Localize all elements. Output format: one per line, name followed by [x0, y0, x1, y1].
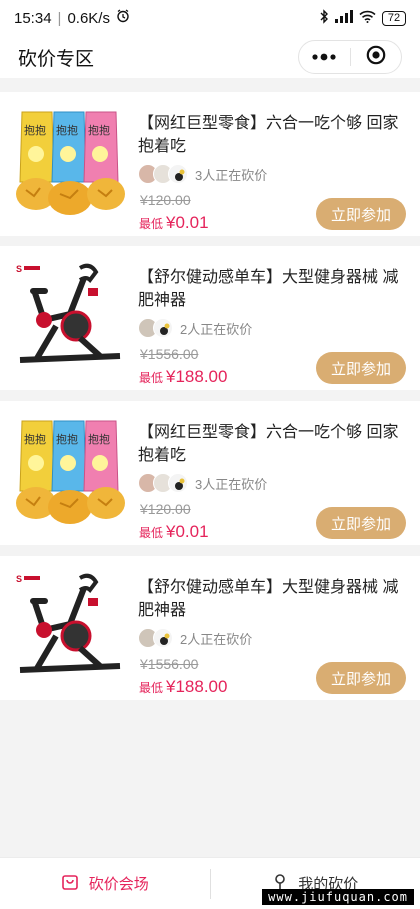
helpers-row: 3人正在砍价 — [138, 164, 267, 184]
watermark: www.jiufuquan.com — [262, 889, 414, 905]
status-time: 15:34 — [14, 9, 52, 27]
svg-text:抱抱: 抱抱 — [88, 123, 110, 137]
lowest-label: 最低 — [139, 217, 164, 231]
battery-indicator: 72 — [382, 10, 406, 26]
tab-label: 砍价会场 — [88, 876, 149, 893]
shopping-bag-icon — [61, 873, 79, 895]
more-dots-icon — [311, 48, 337, 66]
svg-text:抱抱: 抱抱 — [24, 432, 46, 446]
avatar — [153, 628, 173, 648]
lowest-price: 最低 ¥188.00 — [139, 367, 227, 387]
svg-text:S: S — [16, 264, 22, 274]
join-button[interactable]: 立即参加 — [316, 352, 406, 384]
more-button[interactable] — [299, 41, 350, 73]
lowest-label: 最低 — [139, 371, 164, 385]
product-title: 【舒尔健动感单车】大型健身器械 减肥神器 — [138, 579, 399, 619]
lowest-label: 最低 — [139, 526, 164, 540]
product-image-bike: S — [14, 260, 126, 376]
original-price: ¥1556.00 — [140, 656, 199, 672]
helpers-row: 2人正在砍价 — [138, 318, 252, 338]
lowest-price: 最低 ¥0.01 — [139, 522, 209, 542]
product-card[interactable]: S 【舒尔健动感单车】大型健身器械 减肥神器 2人正在砍价 ¥1556.00 最… — [0, 246, 420, 390]
helpers-row: 3人正在砍价 — [138, 473, 267, 493]
helpers-count: 2人正在砍价 — [180, 321, 253, 337]
product-card[interactable]: S 【舒尔健动感单车】大型健身器械 减肥神器 2人正在砍价 ¥1556.00 最… — [0, 556, 420, 700]
lowest-price-value: ¥188.00 — [166, 677, 228, 696]
status-bar: 15:34 | 0.6K/s 72 — [0, 0, 420, 36]
original-price: ¥120.00 — [140, 192, 191, 208]
lowest-price: 最低 ¥0.01 — [139, 213, 209, 233]
signal-icon — [335, 9, 353, 27]
product-title: 【舒尔健动感单车】大型健身器械 减肥神器 — [138, 269, 399, 309]
join-button[interactable]: 立即参加 — [316, 507, 406, 539]
original-price: ¥1556.00 — [140, 346, 199, 362]
helpers-row: 2人正在砍价 — [138, 628, 252, 648]
product-title: 【网红巨型零食】六合一吃个够 回家抱着吃 — [138, 115, 399, 155]
wifi-icon — [359, 10, 376, 27]
svg-text:抱抱: 抱抱 — [56, 123, 78, 137]
svg-text:S: S — [16, 574, 22, 584]
status-net-speed: 0.6K/s — [67, 9, 110, 27]
tab-bargain-hall[interactable]: 砍价会场 — [0, 858, 210, 909]
nav-bar: 砍价专区 — [0, 36, 420, 78]
helpers-count: 3人正在砍价 — [195, 476, 268, 492]
svg-text:抱抱: 抱抱 — [24, 123, 46, 137]
lowest-price-value: ¥0.01 — [166, 522, 209, 541]
mini-program-capsule — [298, 40, 402, 74]
bluetooth-icon — [319, 8, 329, 28]
lowest-price: 最低 ¥188.00 — [139, 677, 227, 697]
product-image-snacks: 抱抱 抱抱 抱抱 — [14, 106, 126, 222]
join-button[interactable]: 立即参加 — [316, 662, 406, 694]
original-price: ¥120.00 — [140, 501, 191, 517]
lowest-price-value: ¥0.01 — [166, 213, 209, 232]
svg-text:抱抱: 抱抱 — [56, 432, 78, 446]
target-close-icon — [366, 45, 386, 70]
alarm-icon — [116, 9, 130, 27]
lowest-price-value: ¥188.00 — [166, 367, 228, 386]
lowest-label: 最低 — [139, 681, 164, 695]
product-title: 【网红巨型零食】六合一吃个够 回家抱着吃 — [138, 424, 399, 464]
helpers-count: 2人正在砍价 — [180, 631, 253, 647]
product-card[interactable]: 抱抱 抱抱 抱抱 【网红巨型零食】六合一吃个够 回家抱着吃 3人正在砍价 ¥12… — [0, 92, 420, 236]
helpers-count: 3人正在砍价 — [195, 167, 268, 183]
svg-text:抱抱: 抱抱 — [88, 432, 110, 446]
product-image-bike: S — [14, 570, 126, 686]
avatar — [168, 164, 188, 184]
product-card[interactable]: 抱抱 抱抱 抱抱 【网红巨型零食】六合一吃个够 回家抱着吃 3人正在砍价 ¥12… — [0, 401, 420, 545]
avatar — [153, 318, 173, 338]
page-title: 砍价专区 — [18, 48, 95, 70]
avatar — [168, 473, 188, 493]
join-button[interactable]: 立即参加 — [316, 198, 406, 230]
close-miniprogram-button[interactable] — [351, 41, 402, 73]
product-image-snacks: 抱抱 抱抱 抱抱 — [14, 415, 126, 531]
